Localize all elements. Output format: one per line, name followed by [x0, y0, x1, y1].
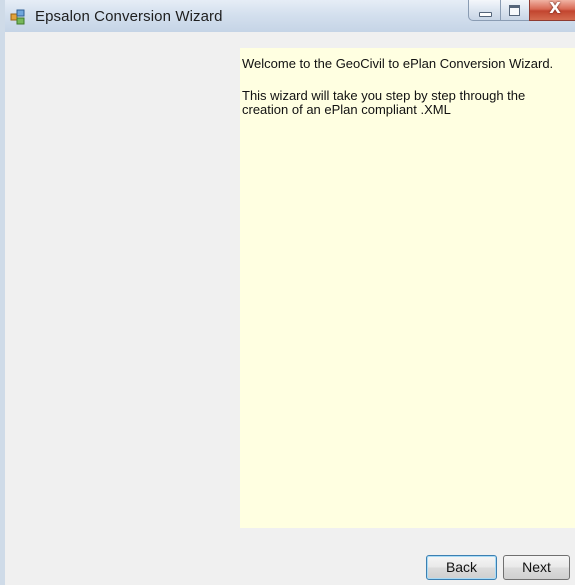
maximize-button[interactable]	[500, 0, 529, 21]
wizard-side-panel	[10, 32, 238, 585]
minimize-button[interactable]	[468, 0, 500, 21]
app-window-icon	[10, 9, 25, 25]
welcome-text: Welcome to the GeoCivil to ePlan Convers…	[242, 56, 554, 71]
close-icon: X	[549, 0, 561, 17]
caption-buttons: X	[468, 0, 575, 22]
minimize-icon	[479, 12, 492, 17]
window-title: Epsalon Conversion Wizard	[35, 8, 223, 25]
title-bar[interactable]: Epsalon Conversion Wizard X	[5, 0, 575, 32]
close-button[interactable]: X	[529, 0, 575, 21]
next-button[interactable]: Next	[503, 555, 570, 580]
welcome-panel: Welcome to the GeoCivil to ePlan Convers…	[240, 48, 575, 528]
back-button[interactable]: Back	[426, 555, 497, 580]
maximize-icon	[509, 5, 520, 16]
wizard-window: Epsalon Conversion Wizard X Welcome to t…	[0, 0, 575, 585]
description-text: This wizard will take you step by step t…	[242, 88, 526, 117]
